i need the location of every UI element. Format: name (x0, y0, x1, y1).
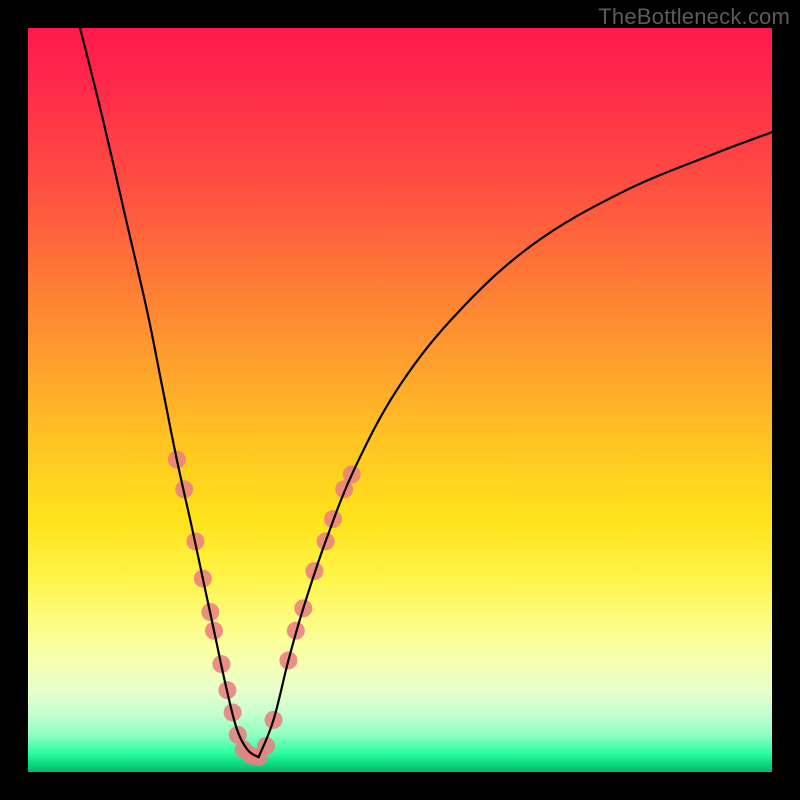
right-branch-curve (259, 132, 772, 757)
left-branch-curve (80, 28, 259, 757)
chart-svg (28, 28, 772, 772)
watermark-text: TheBottleneck.com (598, 4, 790, 30)
outer-frame: TheBottleneck.com (0, 0, 800, 800)
scatter-dots-layer (168, 451, 361, 767)
chart-plot-area (28, 28, 772, 772)
